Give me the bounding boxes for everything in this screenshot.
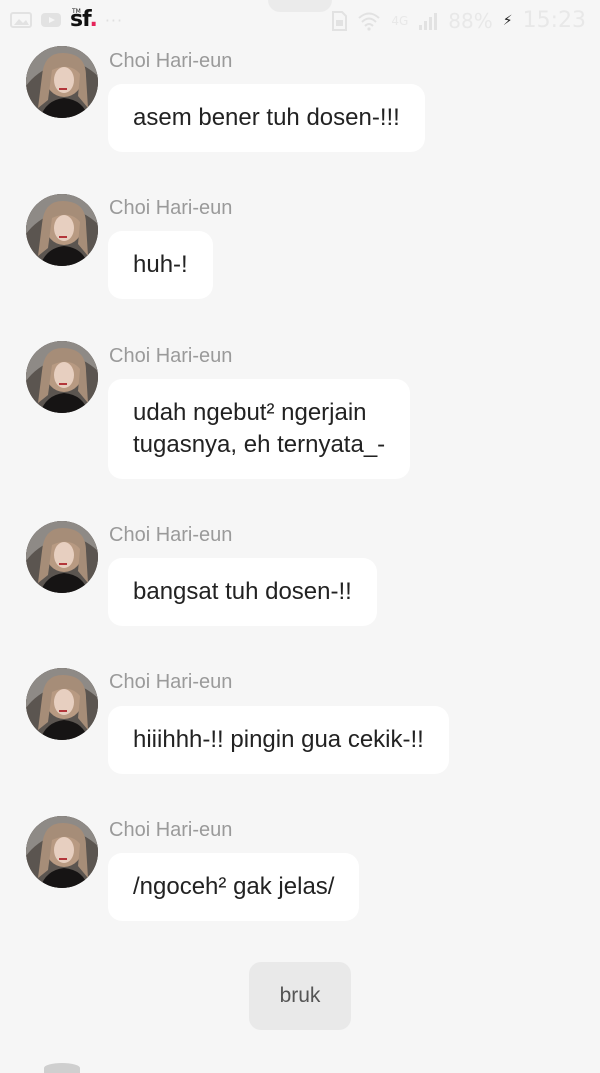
message-text-line-1: udah ngebut² ngerjain xyxy=(133,399,367,426)
message-bubble[interactable]: asem bener tuh dosen-!!! xyxy=(108,84,425,152)
sender-name: Choi Hari-eun xyxy=(109,197,233,219)
sender-name: Choi Hari-eun xyxy=(109,524,233,546)
message-bubble[interactable]: /ngoceh² gak jelas/ xyxy=(108,853,360,921)
message-bubble[interactable]: huh-! xyxy=(108,231,213,299)
logo-trademark: TM xyxy=(72,8,81,15)
network-type: 4G xyxy=(391,13,409,28)
narration-text: bruk xyxy=(279,984,321,1007)
profile-photo xyxy=(26,194,98,266)
next-avatar-peek xyxy=(44,1063,80,1073)
previous-narration-pill xyxy=(268,0,332,12)
image-icon xyxy=(10,12,32,28)
status-right-group: 4G 88% ⚡ 15:23 xyxy=(331,8,586,33)
avatar[interactable] xyxy=(26,194,98,266)
avatar[interactable] xyxy=(26,341,98,413)
avatar[interactable] xyxy=(26,521,98,593)
profile-photo xyxy=(26,668,98,740)
clock: 15:23 xyxy=(522,8,586,33)
status-left-group: TM sf. ··· xyxy=(10,7,124,32)
signal-icon xyxy=(419,12,438,30)
logo-dot: . xyxy=(89,7,97,32)
profile-photo xyxy=(26,816,98,888)
wifi-icon xyxy=(358,12,381,31)
narration-pill[interactable]: bruk xyxy=(249,962,351,1030)
sender-name: Choi Hari-eun xyxy=(109,50,233,72)
avatar[interactable] xyxy=(26,46,98,118)
message-text-line-2: tugasnya, eh ternyata_- xyxy=(133,431,386,458)
youtube-icon xyxy=(41,13,61,27)
sender-name: Choi Hari-eun xyxy=(109,671,233,693)
profile-photo xyxy=(26,46,98,118)
battery-percent: 88% xyxy=(448,8,493,33)
profile-photo xyxy=(26,341,98,413)
avatar[interactable] xyxy=(26,668,98,740)
message-text: bangsat tuh dosen-!! xyxy=(133,578,352,605)
message-text: huh-! xyxy=(133,251,188,278)
avatar[interactable] xyxy=(26,816,98,888)
message-bubble[interactable]: udah ngebut² ngerjain tugasnya, eh terny… xyxy=(108,379,411,479)
message-bubble[interactable]: hiiihhh-!! pingin gua cekik-!! xyxy=(108,706,449,774)
sender-name: Choi Hari-eun xyxy=(109,345,233,367)
message-text: /ngoceh² gak jelas/ xyxy=(133,873,335,900)
sender-name: Choi Hari-eun xyxy=(109,819,233,841)
profile-photo xyxy=(26,521,98,593)
message-text: hiiihhh-!! pingin gua cekik-!! xyxy=(133,726,424,753)
message-text: asem bener tuh dosen-!!! xyxy=(133,104,400,131)
app-logo: TM sf. xyxy=(70,7,98,32)
charging-icon: ⚡ xyxy=(502,12,513,29)
sim-icon xyxy=(332,10,348,31)
more-notifications-dots: ··· xyxy=(104,10,124,30)
message-bubble[interactable]: bangsat tuh dosen-!! xyxy=(108,558,377,626)
